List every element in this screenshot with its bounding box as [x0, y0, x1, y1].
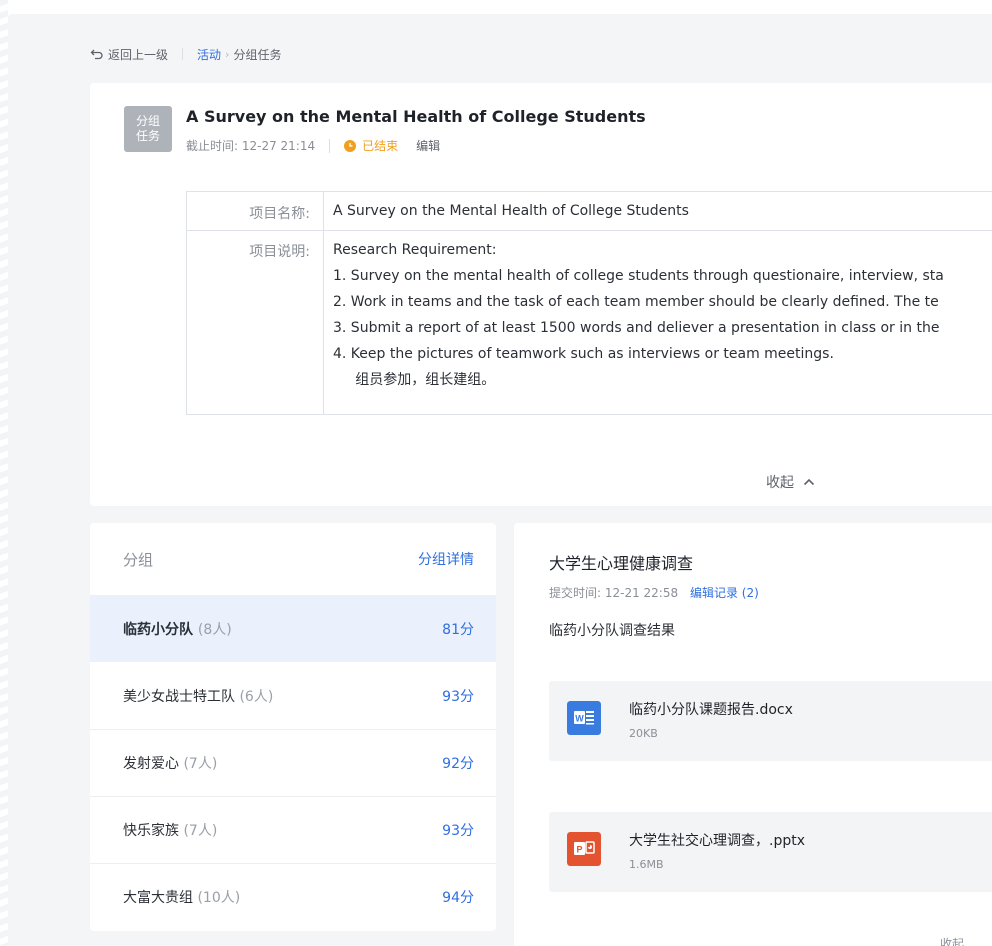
breadcrumb-divider: [182, 48, 184, 60]
group-row[interactable]: 发射爱心 (7人) 92分: [90, 729, 496, 796]
back-link[interactable]: 返回上一级: [108, 46, 168, 63]
group-name-wrap: 临药小分队 (8人): [123, 619, 232, 639]
project-name-label: 项目名称:: [249, 206, 310, 222]
submission-panel: 大学生心理健康调查 提交时间: 12-21 22:58 编辑记录 (2) 临药小…: [514, 523, 992, 946]
group-name: 大富大贵组: [123, 890, 193, 906]
status-text: 已结束: [362, 139, 399, 153]
group-member-count: (8人): [197, 621, 232, 638]
groups-header: 分组 分组详情: [90, 523, 496, 595]
edit-button[interactable]: 编辑: [416, 137, 440, 154]
desc-line: 2. Work in teams and the task of each te…: [333, 294, 939, 310]
status-badge: 已结束: [344, 137, 398, 154]
group-score: 94分: [442, 890, 474, 906]
background-decoration: [0, 0, 8, 946]
powerpoint-icon: P: [567, 832, 601, 866]
group-details-link[interactable]: 分组详情: [418, 549, 474, 569]
desc-line: Research Requirement:: [333, 242, 497, 258]
breadcrumb-activity-link[interactable]: 活动: [197, 46, 221, 63]
svg-text:P: P: [576, 845, 582, 855]
breadcrumb-chevron-icon: ›: [225, 47, 230, 61]
group-member-count: (7人): [183, 756, 218, 772]
project-info-table: 项目名称: A Survey on the Mental Health of C…: [186, 191, 992, 415]
task-title: A Survey on the Mental Health of College…: [186, 107, 646, 126]
submission-meta: 提交时间: 12-21 22:58 编辑记录 (2): [549, 584, 759, 601]
group-name: 临药小分队: [123, 621, 193, 638]
groups-title: 分组: [123, 550, 154, 569]
desc-line: 1. Survey on the mental health of colleg…: [333, 268, 944, 284]
group-score: 93分: [442, 688, 474, 705]
collapse-label: 收起: [766, 475, 794, 491]
file-name: 大学生社交心理调查，.pptx: [629, 833, 805, 849]
attachment-card[interactable]: W 临药小分队课题报告.docx 20KB: [549, 681, 992, 761]
collapse-button[interactable]: 收起: [766, 472, 816, 492]
collapse-link-partial[interactable]: 收起: [940, 935, 964, 946]
tag-line-1: 分组: [135, 114, 160, 128]
group-name: 发射爱心: [123, 756, 179, 772]
group-row[interactable]: 美少女战士特工队 (6人) 93分: [90, 662, 496, 729]
clock-icon: [344, 139, 357, 152]
group-score: 93分: [442, 823, 474, 839]
back-arrow-icon[interactable]: [90, 47, 104, 61]
group-score: 81分: [442, 621, 474, 638]
svg-text:W: W: [575, 714, 584, 724]
row-divider: [187, 230, 992, 231]
chevron-up-icon: [803, 478, 815, 486]
file-name: 临药小分队课题报告.docx: [629, 702, 793, 718]
group-member-count: (6人): [239, 688, 274, 705]
group-score: 92分: [442, 756, 474, 772]
desc-line: 组员参加，组长建组。: [333, 372, 496, 388]
task-type-tag: 分组 任务: [124, 106, 172, 152]
desc-line: 4. Keep the pictures of teamwork such as…: [333, 346, 834, 362]
submission-description: 临药小分队调查结果: [549, 623, 675, 639]
desc-line: 3. Submit a report of at least 1500 word…: [333, 320, 940, 336]
breadcrumb-current: 分组任务: [233, 47, 282, 62]
meta-divider: [329, 138, 331, 153]
tag-line-2: 任务: [135, 129, 160, 143]
group-name: 美少女战士特工队: [123, 688, 235, 705]
group-name-wrap: 大富大贵组 (10人): [123, 887, 240, 907]
breadcrumb: 返回上一级 活动 › 分组任务: [90, 45, 281, 63]
file-size: 20KB: [629, 727, 658, 740]
label-column: [187, 192, 324, 414]
group-name-wrap: 发射爱心 (7人): [123, 753, 217, 773]
submission-title: 大学生心理健康调查: [549, 554, 694, 573]
submit-time: 提交时间: 12-21 22:58: [549, 586, 679, 600]
project-desc-label: 项目说明:: [249, 244, 310, 260]
groups-panel: 分组 分组详情 临药小分队 (8人) 81分 美少女战士特工队 (6人) 93分…: [90, 523, 496, 931]
task-card: 分组 任务 A Survey on the Mental Health of C…: [90, 83, 992, 506]
project-name-value: A Survey on the Mental Health of College…: [333, 203, 689, 219]
task-meta: 截止时间: 12-27 21:14 已结束 编辑: [186, 137, 440, 154]
project-desc-value: Research Requirement: 1. Survey on the m…: [333, 240, 944, 396]
file-size: 1.6MB: [629, 858, 664, 871]
word-icon: W: [567, 701, 601, 735]
attachment-card[interactable]: P 大学生社交心理调查，.pptx 1.6MB: [549, 812, 992, 892]
edit-record-link[interactable]: 编辑记录 (2): [690, 586, 759, 600]
group-name-wrap: 美少女战士特工队 (6人): [123, 686, 273, 706]
group-member-count: (10人): [197, 890, 241, 906]
group-row[interactable]: 快乐家族 (7人) 93分: [90, 796, 496, 863]
group-row[interactable]: 大富大贵组 (10人) 94分: [90, 863, 496, 930]
group-member-count: (7人): [183, 823, 218, 839]
group-name: 快乐家族: [123, 823, 179, 839]
deadline-text: 截止时间: 12-27 21:14: [186, 139, 316, 153]
group-name-wrap: 快乐家族 (7人): [123, 820, 217, 840]
group-row-selected[interactable]: 临药小分队 (8人) 81分: [90, 595, 496, 662]
